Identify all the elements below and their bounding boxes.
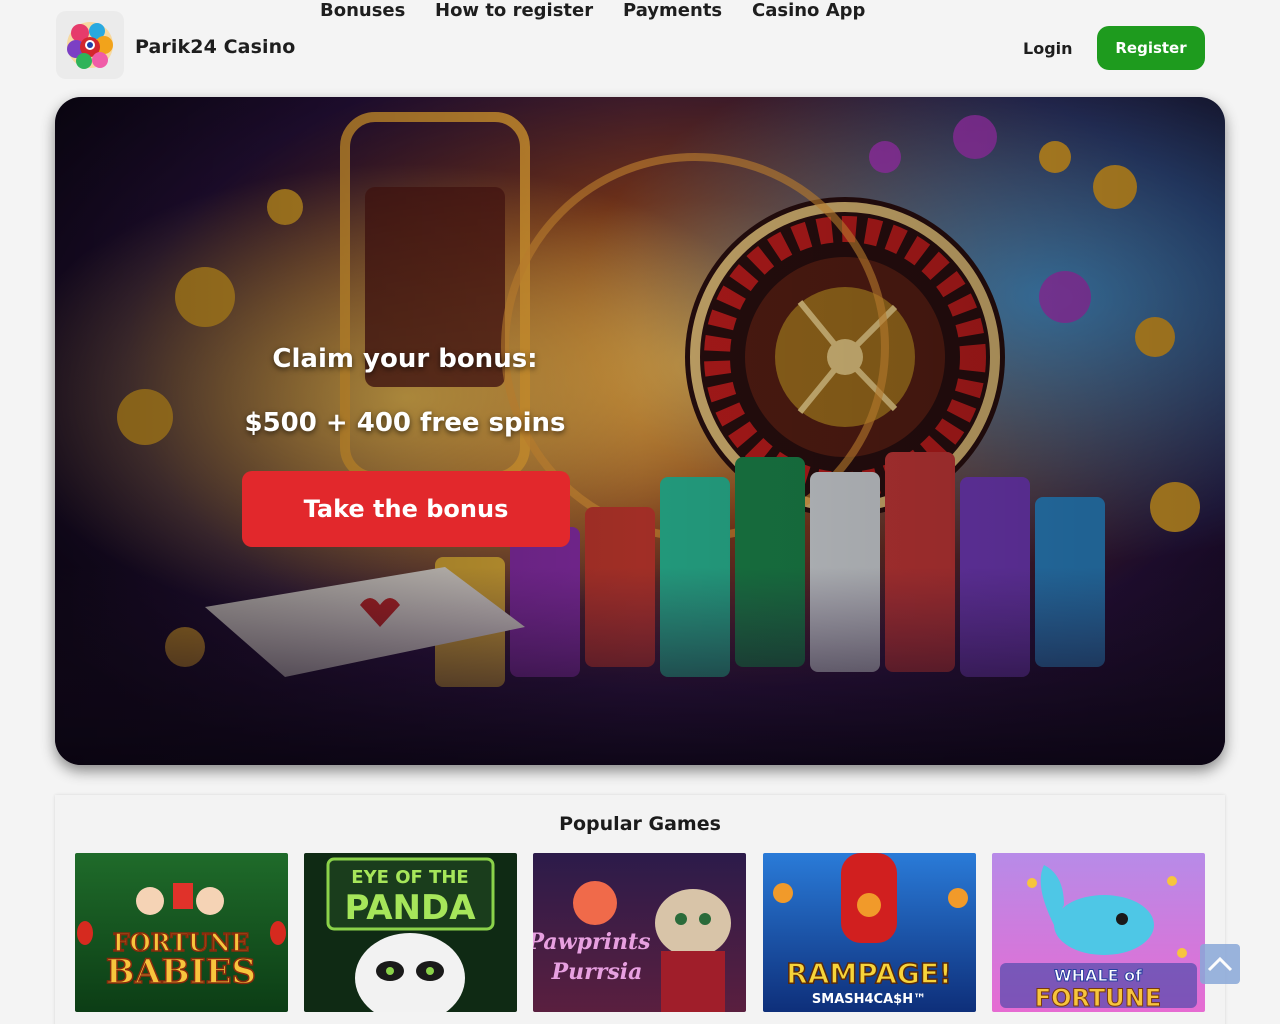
rampage-smash4cash-thumbnail: RAMPAGE! SMASH4CA$H™ — [763, 853, 976, 1012]
hero-title: Claim your bonus: — [272, 344, 538, 374]
colorful-spheres-logo-icon — [67, 22, 113, 69]
game-card-fortune-babies[interactable]: FORTUNE BABIES — [75, 853, 288, 1012]
svg-text:PANDA: PANDA — [344, 888, 476, 928]
register-button[interactable]: Register — [1097, 26, 1205, 70]
game-card-pawprints-of-purrsia[interactable]: Pawprints Purrsia — [533, 853, 746, 1012]
svg-text:RAMPAGE!: RAMPAGE! — [786, 957, 952, 990]
take-bonus-button[interactable]: Take the bonus — [242, 471, 570, 547]
svg-text:Pawprints: Pawprints — [533, 929, 651, 955]
nav-item-bonuses[interactable]: Bonuses — [320, 0, 405, 21]
game-card-eye-of-the-panda[interactable]: EYE OF THE PANDA — [304, 853, 517, 1012]
nav-item-casino-app[interactable]: Casino App — [752, 0, 865, 21]
hero-bonus-offer: $500 + 400 free spins — [244, 408, 566, 438]
login-link[interactable]: Login — [1023, 39, 1073, 58]
pawprints-of-purrsia-thumbnail: Pawprints Purrsia — [533, 853, 746, 1012]
eye-of-the-panda-thumbnail: EYE OF THE PANDA — [304, 853, 517, 1012]
fortune-babies-thumbnail: FORTUNE BABIES — [75, 853, 288, 1012]
nav-item-payments[interactable]: Payments — [623, 0, 722, 21]
site-header: Parik24 Casino Bonuses How to register P… — [0, 0, 1280, 96]
svg-text:SMASH4CA$H™: SMASH4CA$H™ — [812, 992, 926, 1007]
nav-item-how-to-register[interactable]: How to register — [435, 0, 593, 21]
site-logo[interactable] — [56, 11, 124, 79]
scroll-to-top-button[interactable] — [1200, 944, 1240, 984]
hero-banner: Claim your bonus: $500 + 400 free spins … — [55, 97, 1225, 765]
popular-games-title: Popular Games — [559, 813, 721, 835]
game-card-whale-of-fortune[interactable]: WHALE of FORTUNE — [992, 853, 1205, 1012]
whale-of-fortune-thumbnail: WHALE of FORTUNE — [992, 853, 1205, 1012]
svg-text:Purrsia: Purrsia — [551, 959, 643, 985]
svg-text:EYE OF THE: EYE OF THE — [351, 867, 468, 888]
svg-text:WHALE of: WHALE of — [1054, 966, 1143, 985]
game-card-rampage-smash4cash[interactable]: RAMPAGE! SMASH4CA$H™ — [763, 853, 976, 1012]
svg-text:FORTUNE: FORTUNE — [1035, 984, 1162, 1012]
popular-games-section: Popular Games FORTUNE BABIES EYE OF THE … — [55, 795, 1225, 1024]
brand-name[interactable]: Parik24 Casino — [135, 36, 295, 58]
chevron-up-icon — [1207, 956, 1233, 972]
svg-text:BABIES: BABIES — [106, 952, 256, 992]
